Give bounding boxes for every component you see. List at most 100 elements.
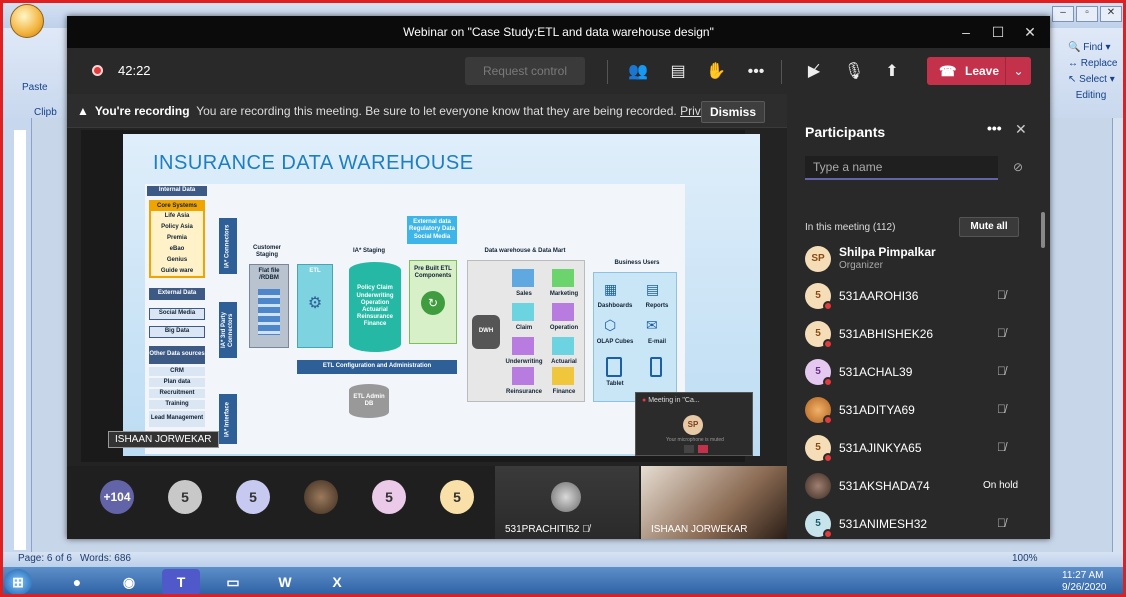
participants-panel: Participants ••• ✕ Type a name ⊘ In this… bbox=[787, 94, 1050, 539]
word-restore-button[interactable]: ▫ bbox=[1076, 6, 1098, 22]
replace-button[interactable]: ↔ Replace bbox=[1058, 56, 1124, 72]
participants-title: Participants bbox=[805, 124, 886, 140]
leave-dropdown-icon[interactable]: ⌄ bbox=[1005, 57, 1031, 85]
share-invite-icon[interactable]: ⊘ bbox=[1013, 160, 1023, 174]
ia-3rd-party-connectors: IA* 3rd Party Connectors bbox=[219, 302, 237, 358]
mic-muted-icon[interactable]: 🎙̸ bbox=[997, 326, 1006, 340]
chrome-icon[interactable]: ◉ bbox=[110, 569, 148, 595]
participant-row[interactable]: 531AKSHADA74 On hold bbox=[805, 471, 1035, 501]
word-icon[interactable]: W bbox=[266, 569, 304, 595]
gallery-avatar[interactable]: 5 bbox=[372, 480, 406, 514]
mic-muted-icon[interactable]: 🎙̸ bbox=[997, 288, 1006, 302]
participant-organizer[interactable]: SP Shilpa Pimpalkar Organizer bbox=[805, 244, 1035, 274]
mic-muted-icon[interactable]: 🎙̸ bbox=[997, 402, 1006, 416]
start-button[interactable]: ⊞ bbox=[4, 569, 32, 595]
avatar: 5 bbox=[805, 283, 833, 311]
flat-file-box: Flat file /RDBM bbox=[249, 264, 289, 348]
find-button[interactable]: 🔍 Find ▾ bbox=[1058, 40, 1124, 56]
ia-interface: IA* Interface bbox=[219, 394, 237, 444]
in-meeting-count[interactable]: In this meeting (112) bbox=[805, 222, 895, 233]
word-minimize-button[interactable]: – bbox=[1052, 6, 1074, 22]
teams-icon[interactable]: T bbox=[162, 569, 200, 595]
etl-config-bar: ETL Configuration and Administration bbox=[297, 360, 457, 374]
mic-muted-icon[interactable]: 🎙̸ bbox=[997, 364, 1006, 378]
external-data-label: External Data bbox=[149, 288, 205, 300]
word-close-button[interactable]: ✕ bbox=[1100, 6, 1122, 22]
paste-button[interactable]: Paste bbox=[22, 82, 48, 93]
shared-content-stage: INSURANCE DATA WAREHOUSE Internal Data C… bbox=[67, 128, 787, 466]
big-data-box: Big Data bbox=[149, 326, 205, 338]
office-button[interactable] bbox=[10, 4, 44, 38]
avatar: 5 bbox=[805, 511, 833, 539]
zoom-level[interactable]: 100% bbox=[1012, 553, 1038, 564]
clock-date[interactable]: 9/26/2020 bbox=[1062, 582, 1107, 593]
request-control-button[interactable]: Request control bbox=[465, 57, 585, 85]
meeting-timer: 42:22 bbox=[118, 63, 151, 78]
etl-box: ETL ⚙ bbox=[297, 264, 333, 348]
mic-muted-icon[interactable]: 🎙̸ bbox=[997, 440, 1006, 454]
gallery-avatar-photo[interactable] bbox=[304, 480, 338, 514]
mini-meeting-window[interactable]: ● Meeting in "Ca... SP Your microphone i… bbox=[635, 392, 753, 456]
participants-icon[interactable]: 👥 bbox=[625, 60, 651, 84]
clock-time[interactable]: 11:27 AM bbox=[1062, 570, 1104, 581]
gallery-avatar[interactable]: 5 bbox=[440, 480, 474, 514]
firefox-icon[interactable]: ● bbox=[58, 569, 96, 595]
participant-row[interactable]: 531ADITYA69 🎙̸ bbox=[805, 395, 1035, 425]
video-tile-ishaan[interactable]: ISHAAN JORWEKAR bbox=[641, 466, 787, 539]
more-actions-icon[interactable]: ••• bbox=[743, 60, 769, 84]
microphone-icon[interactable]: 🎙 bbox=[841, 60, 867, 84]
panel-close-icon[interactable]: ✕ bbox=[1015, 121, 1027, 138]
dismiss-button[interactable]: Dismiss bbox=[701, 101, 765, 123]
minimize-icon[interactable]: – bbox=[951, 16, 981, 48]
raise-hand-icon[interactable]: ✋ bbox=[703, 60, 729, 84]
warning-icon: ▲ bbox=[77, 104, 89, 118]
explorer-icon[interactable]: ▭ bbox=[214, 569, 252, 595]
share-screen-icon[interactable]: ⬆ bbox=[879, 60, 905, 84]
architecture-diagram: Internal Data Core Systems Life Asia Pol… bbox=[145, 184, 685, 454]
avatar: 5 bbox=[805, 359, 833, 387]
overflow-count[interactable]: +104 bbox=[100, 480, 134, 514]
recording-banner: ▲ You're recording You are recording this… bbox=[67, 94, 787, 128]
phone-icon: ☎ bbox=[939, 63, 957, 79]
recording-icon bbox=[92, 65, 103, 76]
participant-row[interactable]: 5 531ACHAL39 🎙̸ bbox=[805, 357, 1035, 387]
participant-row[interactable]: 5 531AAROHI36 🎙̸ bbox=[805, 281, 1035, 311]
other-sources-label: Other Data sources bbox=[149, 346, 205, 364]
system-tray: 11:27 AM 9/26/2020 bbox=[958, 570, 1126, 594]
panel-scrollbar[interactable] bbox=[1041, 212, 1045, 248]
panel-more-icon[interactable]: ••• bbox=[987, 120, 1002, 136]
participant-search-input[interactable]: Type a name bbox=[805, 156, 998, 180]
gallery-avatar[interactable]: 5 bbox=[236, 480, 270, 514]
avatar: 5 bbox=[805, 435, 833, 463]
close-icon[interactable]: ✕ bbox=[1015, 16, 1045, 48]
prebuilt-etl-box: Pre Built ETL Components ↻ bbox=[409, 260, 457, 344]
participant-row[interactable]: 5 531ANIMESH32 🎙̸ bbox=[805, 509, 1035, 539]
muted-icon: 🎙̸ bbox=[582, 524, 590, 535]
meeting-toolbar: 42:22 Request control 👥 ▤ ✋ ••• ▶̸ 🎙 ⬆ ☎… bbox=[67, 48, 1050, 94]
participant-row[interactable]: 5 531ABHISHEK26 🎙̸ bbox=[805, 319, 1035, 349]
maximize-icon[interactable]: ☐ bbox=[983, 16, 1013, 48]
vertical-ruler bbox=[0, 118, 32, 554]
camera-off-icon[interactable]: ▶̸ bbox=[801, 60, 827, 84]
page-count: Page: 6 of 6 bbox=[18, 553, 72, 564]
internal-data-label: Internal Data bbox=[147, 186, 207, 196]
social-media-box: Social Media bbox=[149, 308, 205, 320]
editing-group-label: Editing bbox=[1075, 90, 1107, 101]
word-scrollbar[interactable] bbox=[1112, 118, 1126, 554]
leave-button[interactable]: ☎ Leave ⌄ bbox=[927, 57, 1031, 85]
participant-gallery: +104 5 5 5 5 531PRACHITI52 🎙̸ ISHAAN JOR… bbox=[67, 466, 787, 539]
ia-staging-db: Policy Claim Underwriting Operation Actu… bbox=[349, 262, 401, 352]
participant-row[interactable]: 5 531AJINKYA65 🎙̸ bbox=[805, 433, 1035, 463]
video-tile-prachiti[interactable]: 531PRACHITI52 🎙̸ bbox=[495, 466, 639, 539]
gallery-avatar[interactable]: 5 bbox=[168, 480, 202, 514]
data-warehouse-box: DWH Sales Marketing Claim Operation Unde… bbox=[467, 260, 585, 402]
excel-icon[interactable]: X bbox=[318, 569, 356, 595]
on-hold-status: On hold bbox=[983, 480, 1019, 491]
avatar-photo bbox=[805, 473, 831, 499]
mute-all-button[interactable]: Mute all bbox=[959, 217, 1019, 237]
select-button[interactable]: ↖ Select ▾ bbox=[1058, 72, 1124, 88]
teams-meeting-window: Webinar on "Case Study:ETL and data ware… bbox=[67, 16, 1050, 539]
mic-muted-icon[interactable]: 🎙̸ bbox=[997, 516, 1006, 530]
core-systems-box: Core Systems Life Asia Policy Asia Premi… bbox=[149, 200, 205, 278]
chat-icon[interactable]: ▤ bbox=[665, 60, 691, 84]
